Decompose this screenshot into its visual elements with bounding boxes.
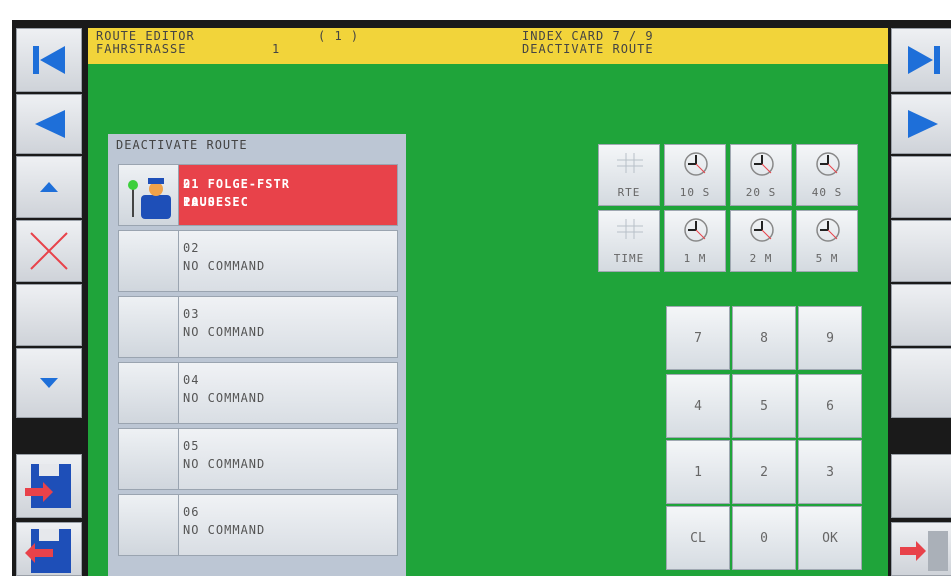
- route-time-button[interactable]: RTE: [598, 144, 660, 206]
- key-7[interactable]: 7: [666, 306, 730, 370]
- clock-icon: [750, 218, 774, 242]
- key-2[interactable]: 2: [732, 440, 796, 504]
- exit-door-icon: [900, 531, 948, 571]
- header-subtitle: FAHRSTRASSE: [96, 42, 187, 56]
- header-route-index: 1: [272, 42, 281, 56]
- route-row-02-number: 02: [183, 241, 200, 255]
- route-row-04-icon-cell[interactable]: [118, 362, 184, 424]
- time-1m-label: 1 M: [683, 252, 707, 265]
- arrow-down-icon: [40, 378, 58, 388]
- time-2m-button[interactable]: 2 M: [730, 210, 792, 272]
- key-9[interactable]: 9: [798, 306, 862, 370]
- time-20s-button[interactable]: 20 S: [730, 144, 792, 206]
- previous-page-icon: [35, 110, 65, 138]
- scroll-up-button[interactable]: [16, 156, 82, 218]
- arrow-up-icon: [40, 182, 58, 192]
- time-40s-label: 40 S: [811, 186, 843, 199]
- clock-icon: [816, 152, 840, 176]
- scroll-down-button[interactable]: [16, 348, 82, 418]
- last-page-icon: [908, 46, 940, 74]
- route-row-05-number: 05: [183, 439, 200, 453]
- grid-icon: [617, 153, 643, 173]
- time-10s-label: 10 S: [679, 186, 711, 199]
- time-20s-label: 20 S: [745, 186, 777, 199]
- key-6[interactable]: 6: [798, 374, 862, 438]
- route-row-03-command: NO COMMAND: [183, 325, 266, 339]
- key-1[interactable]: 1: [666, 440, 730, 504]
- next-page-icon: [908, 110, 938, 138]
- route-row-02-icon-cell[interactable]: [118, 230, 184, 292]
- route-row-02[interactable]: 02 NO COMMAND: [178, 230, 398, 292]
- key-0[interactable]: 0: [732, 506, 796, 570]
- route-row-03[interactable]: 03 NO COMMAND: [178, 296, 398, 358]
- pause-command-icon-cell[interactable]: [118, 164, 184, 226]
- clock-icon: [750, 152, 774, 176]
- header-bar: ROUTE EDITOR FAHRSTRASSE ( 1 ) 1 INDEX C…: [88, 28, 888, 64]
- route-row-04-command: NO COMMAND: [183, 391, 266, 405]
- first-page-icon: [33, 46, 65, 74]
- clock-icon: [684, 152, 708, 176]
- route-row-06[interactable]: 06 NO COMMAND: [178, 494, 398, 556]
- exit-button[interactable]: [891, 522, 951, 576]
- route-row-01-duration: 10.0 SEC: [183, 195, 249, 209]
- time-5m-label: 5 M: [815, 252, 839, 265]
- route-row-06-number: 06: [183, 505, 200, 519]
- route-row-05-icon-cell[interactable]: [118, 428, 184, 490]
- grid-icon: [617, 219, 643, 239]
- key-5[interactable]: 5: [732, 374, 796, 438]
- key-clear[interactable]: CL: [666, 506, 730, 570]
- time-mode-label: TIME: [613, 252, 645, 265]
- delete-x-icon: [30, 232, 68, 270]
- key-ok[interactable]: OK: [798, 506, 862, 570]
- time-5m-button[interactable]: 5 M: [796, 210, 858, 272]
- route-row-01[interactable]: 01 FOLGE-FSTR 2 PAUSE 10.0 SEC: [178, 164, 398, 226]
- time-10s-button[interactable]: 10 S: [664, 144, 726, 206]
- save-button[interactable]: [16, 454, 82, 518]
- route-row-06-icon-cell[interactable]: [118, 494, 184, 556]
- route-row-02-command: NO COMMAND: [183, 259, 266, 273]
- route-row-04-number: 04: [183, 373, 200, 387]
- save-export-icon: [25, 464, 71, 508]
- route-time-label: RTE: [617, 186, 641, 199]
- last-page-button[interactable]: [891, 28, 951, 92]
- key-8[interactable]: 8: [732, 306, 796, 370]
- clock-icon: [684, 218, 708, 242]
- first-page-button[interactable]: [16, 28, 82, 92]
- worker-pause-icon: [128, 178, 171, 219]
- route-row-05[interactable]: 05 NO COMMAND: [178, 428, 398, 490]
- next-page-button[interactable]: [891, 94, 951, 154]
- header-page-name: DEACTIVATE ROUTE: [522, 42, 654, 56]
- route-row-04[interactable]: 04 NO COMMAND: [178, 362, 398, 424]
- time-2m-label: 2 M: [749, 252, 773, 265]
- blank-right-button-1[interactable]: [891, 156, 951, 218]
- header-route-number: ( 1 ): [318, 29, 360, 43]
- route-row-03-icon-cell[interactable]: [118, 296, 184, 358]
- clock-icon: [816, 218, 840, 242]
- import-button[interactable]: [16, 522, 82, 576]
- time-1m-button[interactable]: 1 M: [664, 210, 726, 272]
- import-icon: [25, 529, 71, 573]
- blank-right-button-5[interactable]: [891, 454, 951, 518]
- blank-left-button[interactable]: [16, 284, 82, 346]
- key-3[interactable]: 3: [798, 440, 862, 504]
- previous-page-button[interactable]: [16, 94, 82, 154]
- delete-button[interactable]: [16, 220, 82, 282]
- route-row-01-value: 2: [183, 177, 192, 191]
- key-4[interactable]: 4: [666, 374, 730, 438]
- blank-right-button-4[interactable]: [891, 348, 951, 418]
- route-row-03-number: 03: [183, 307, 200, 321]
- route-row-05-command: NO COMMAND: [183, 457, 266, 471]
- time-40s-button[interactable]: 40 S: [796, 144, 858, 206]
- blank-right-button-3[interactable]: [891, 284, 951, 346]
- blank-right-button-2[interactable]: [891, 220, 951, 282]
- time-mode-button[interactable]: TIME: [598, 210, 660, 272]
- route-row-06-command: NO COMMAND: [183, 523, 266, 537]
- panel-title: DEACTIVATE ROUTE: [116, 138, 248, 152]
